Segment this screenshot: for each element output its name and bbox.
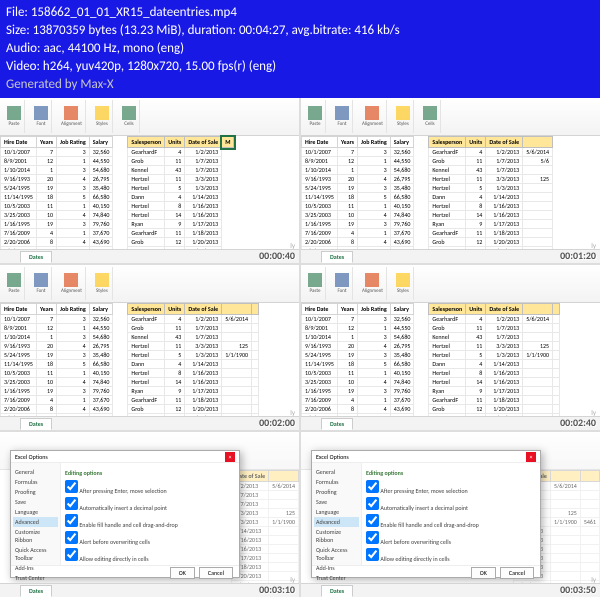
employee-table[interactable]: Hire DateYearsJob RatingSalary 10/1/2007… — [301, 303, 414, 430]
file-line: File: 158662_01_01_XR15_dateentries.mp4 — [6, 4, 594, 22]
close-button[interactable]: × — [225, 452, 235, 462]
sales-table[interactable]: SalespersonUnitsDate of SaleM GearhardF4… — [127, 136, 234, 263]
thumb-3: Paste Font Alignment Styles Hire DateYea… — [0, 265, 299, 430]
excel-ribbon[interactable]: Paste Font Alignment Styles Cells — [301, 98, 600, 136]
employee-table[interactable]: Hire DateYearsJob RatingSalary 10/1/2007… — [0, 136, 113, 263]
options-nav-save[interactable]: Save — [13, 497, 58, 507]
option-checkbox[interactable]: After pressing Enter, move selection — [366, 479, 536, 496]
options-sidebar[interactable]: GeneralFormulasProofingSaveLanguageAdvan… — [11, 463, 61, 565]
options-nav-add-ins[interactable]: Add-Ins — [13, 563, 58, 573]
options-nav-language[interactable]: Language — [314, 507, 359, 517]
options-nav-formulas[interactable]: Formulas — [13, 477, 58, 487]
option-checkbox[interactable]: Extend data range formats and formulas — [65, 564, 235, 565]
options-nav-advanced[interactable]: Advanced — [314, 517, 359, 527]
options-nav-quick-access-toolbar[interactable]: Quick Access Toolbar — [13, 545, 58, 563]
thumb-5: Date of Sale 1/2/20135/6/20141/7/20131/7… — [0, 432, 299, 597]
excel-options-dialog[interactable]: Excel Options× GeneralFormulasProofingSa… — [311, 450, 541, 578]
option-checkbox[interactable]: Extend data range formats and formulas — [366, 564, 536, 565]
worksheet[interactable]: Hire DateYearsJob RatingSalary 10/1/2007… — [0, 136, 299, 244]
option-checkbox[interactable]: Alert before overwriting cells — [65, 530, 235, 547]
audio-line: Audio: aac, 44100 Hz, mono (eng) — [6, 40, 594, 58]
ok-button[interactable]: OK — [170, 567, 195, 579]
options-nav-customize-ribbon[interactable]: Customize Ribbon — [13, 527, 58, 545]
options-sidebar[interactable]: GeneralFormulasProofingSaveLanguageAdvan… — [312, 463, 362, 565]
employee-table[interactable]: Hire DateYearsJob RatingSalary 10/1/2007… — [301, 136, 414, 263]
thumb-6: Date of Sale 1/2/20135/6/20141/7/20131/7… — [301, 432, 600, 597]
file-info-bar: File: 158662_01_01_XR15_dateentries.mp4 … — [0, 0, 600, 98]
options-nav-trust-center[interactable]: Trust Center — [13, 573, 58, 583]
excel-ribbon[interactable]: Paste Font Alignment Styles Cells — [0, 98, 299, 136]
sales-table[interactable]: SalespersonUnitsDate of Sale GearhardF41… — [127, 303, 259, 430]
sales-table[interactable]: SalespersonUnitsDate of Sale GearhardF41… — [428, 303, 560, 430]
generated-line: Generated by Max-X — [6, 76, 594, 94]
options-nav-trust-center[interactable]: Trust Center — [314, 573, 359, 583]
sheet-tabs[interactable]: Dates — [0, 249, 299, 263]
option-checkbox[interactable]: Automatically insert a decimal point — [65, 496, 235, 513]
timestamp: 00:01:20 — [560, 249, 596, 262]
options-nav-save[interactable]: Save — [314, 497, 359, 507]
timestamp: 00:03:50 — [560, 583, 596, 596]
thumb-4: Paste Font Alignment Styles Hire DateYea… — [301, 265, 600, 430]
dialog-title: Excel Options — [15, 453, 48, 461]
options-nav-add-ins[interactable]: Add-Ins — [314, 563, 359, 573]
thumb-2: Paste Font Alignment Styles Cells Hire D… — [301, 98, 600, 263]
employee-table[interactable]: Hire DateYearsJob RatingSalary 10/1/2007… — [0, 303, 113, 430]
options-nav-proofing[interactable]: Proofing — [314, 487, 359, 497]
options-nav-general[interactable]: General — [13, 467, 58, 477]
option-checkbox[interactable]: Allow editing directly in cells — [366, 547, 536, 564]
cancel-button[interactable]: Cancel — [199, 567, 233, 579]
timestamp: 00:03:10 — [259, 583, 295, 596]
sales-table[interactable]: SalespersonUnitsDate of Sale GearhardF41… — [428, 136, 553, 263]
close-button[interactable]: × — [526, 452, 536, 462]
ok-button[interactable]: OK — [471, 567, 496, 579]
options-nav-proofing[interactable]: Proofing — [13, 487, 58, 497]
size-line: Size: 13870359 bytes (13.23 MiB), durati… — [6, 22, 594, 40]
sales-table-back: Date of Sale 1/2/20135/6/20141/7/20131/7… — [231, 470, 299, 597]
timestamp: 00:00:40 — [259, 249, 295, 262]
excel-options-dialog[interactable]: Excel Options × GeneralFormulasProofingSa… — [10, 450, 240, 578]
options-nav-quick-access-toolbar[interactable]: Quick Access Toolbar — [314, 545, 359, 563]
thumbnail-grid: Paste Font Alignment Styles Cells Hire D… — [0, 98, 600, 597]
thumb-1: Paste Font Alignment Styles Cells Hire D… — [0, 98, 299, 263]
video-line: Video: h264, yuv420p, 1280x720, 15.00 fp… — [6, 58, 594, 76]
options-nav-language[interactable]: Language — [13, 507, 58, 517]
option-checkbox[interactable]: Alert before overwriting cells — [366, 530, 536, 547]
options-content[interactable]: Editing options After pressing Enter, mo… — [362, 463, 540, 565]
options-nav-formulas[interactable]: Formulas — [314, 477, 359, 487]
options-nav-general[interactable]: General — [314, 467, 359, 477]
option-checkbox[interactable]: Enable fill handle and cell drag-and-dro… — [65, 513, 235, 530]
timestamp: 00:02:40 — [560, 416, 596, 429]
timestamp: 00:02:00 — [259, 416, 295, 429]
option-checkbox[interactable]: Automatically insert a decimal point — [366, 496, 536, 513]
tab-dates[interactable]: Dates — [20, 251, 52, 263]
option-checkbox[interactable]: After pressing Enter, move selection — [65, 479, 235, 496]
excel-ribbon[interactable]: Paste Font Alignment Styles — [0, 265, 299, 303]
option-checkbox[interactable]: Enable fill handle and cell drag-and-dro… — [366, 513, 536, 530]
options-content[interactable]: Editing options After pressing Enter, mo… — [61, 463, 239, 565]
cancel-button[interactable]: Cancel — [500, 567, 534, 579]
options-nav-customize-ribbon[interactable]: Customize Ribbon — [314, 527, 359, 545]
excel-ribbon[interactable]: Paste Font Alignment Styles — [301, 265, 600, 303]
options-nav-advanced[interactable]: Advanced — [13, 517, 58, 527]
option-checkbox[interactable]: Allow editing directly in cells — [65, 547, 235, 564]
